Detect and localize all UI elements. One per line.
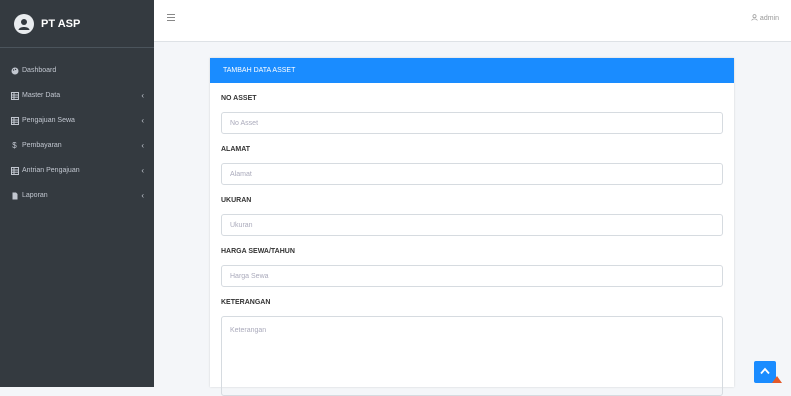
chevron-left-icon: ‹ bbox=[141, 191, 144, 200]
add-asset-card: TAMBAH DATA ASSET NO ASSET No Asset ALAM… bbox=[210, 58, 734, 396]
ukuran-placeholder: Ukuran bbox=[230, 221, 253, 229]
ukuran-input[interactable]: Ukuran bbox=[221, 214, 723, 236]
brand[interactable]: PT ASP bbox=[0, 0, 154, 48]
keterangan-textarea[interactable]: Keterangan bbox=[221, 316, 723, 396]
sidebar-item-pembayaran[interactable]: $ Pembayaran ‹ bbox=[0, 133, 154, 158]
chevron-left-icon: ‹ bbox=[141, 91, 144, 100]
no-asset-placeholder: No Asset bbox=[230, 119, 259, 127]
alamat-input[interactable]: Alamat bbox=[221, 163, 723, 185]
table-icon bbox=[10, 116, 19, 125]
user-icon bbox=[751, 14, 758, 23]
sidebar-item-antrian-pengajuan[interactable]: Antrian Pengajuan ‹ bbox=[0, 158, 154, 183]
keterangan-label: KETERANGAN bbox=[221, 299, 271, 306]
alamat-label: ALAMAT bbox=[221, 146, 251, 153]
sidebar-item-master-data[interactable]: Master Data ‹ bbox=[0, 83, 154, 108]
palette-icon bbox=[10, 66, 19, 75]
dollar-icon: $ bbox=[12, 141, 17, 150]
user-avatar-icon bbox=[14, 13, 34, 34]
alamat-placeholder: Alamat bbox=[230, 170, 252, 178]
user-name: admin bbox=[759, 15, 779, 22]
no-asset-label: NO ASSET bbox=[221, 95, 257, 102]
chevron-left-icon: ‹ bbox=[141, 141, 144, 150]
sidebar-item-label: Laporan bbox=[22, 192, 48, 199]
user-menu[interactable]: admin bbox=[751, 14, 779, 23]
file-icon bbox=[10, 191, 19, 200]
sidebar-item-dashboard[interactable]: Dashboard bbox=[0, 58, 154, 83]
table-icon bbox=[10, 91, 19, 100]
brand-name: PT ASP bbox=[41, 17, 81, 30]
card-title: TAMBAH DATA ASSET bbox=[210, 58, 734, 83]
sidebar-item-label: Antrian Pengajuan bbox=[22, 167, 80, 174]
sidebar-item-label: Dashboard bbox=[22, 67, 57, 74]
hamburger-icon[interactable] bbox=[167, 14, 175, 22]
sidebar-item-label: Pengajuan Sewa bbox=[22, 117, 75, 124]
sidebar-item-pengajuan-sewa[interactable]: Pengajuan Sewa ‹ bbox=[0, 108, 154, 133]
harga-sewa-placeholder: Harga Sewa bbox=[230, 272, 269, 280]
topbar: admin bbox=[154, 0, 791, 42]
corner-badge-icon bbox=[772, 376, 782, 383]
chevron-left-icon: ‹ bbox=[141, 116, 144, 125]
sidebar: PT ASP Dashboard Master Data ‹ Pengajuan… bbox=[0, 0, 154, 387]
no-asset-input[interactable]: No Asset bbox=[221, 112, 723, 134]
keterangan-placeholder: Keterangan bbox=[230, 327, 267, 334]
sidebar-item-label: Pembayaran bbox=[22, 142, 62, 149]
chevron-left-icon: ‹ bbox=[141, 166, 144, 175]
sidebar-item-label: Master Data bbox=[22, 92, 61, 99]
card-body: NO ASSET No Asset ALAMAT Alamat UKURAN U… bbox=[210, 93, 734, 396]
table-icon bbox=[10, 166, 19, 175]
sidebar-nav: Dashboard Master Data ‹ Pengajuan Sewa ‹… bbox=[0, 48, 154, 208]
ukuran-label: UKURAN bbox=[221, 197, 252, 204]
sidebar-item-laporan[interactable]: Laporan ‹ bbox=[0, 183, 154, 208]
harga-sewa-label: HARGA SEWA/TAHUN bbox=[221, 248, 295, 255]
harga-sewa-input[interactable]: Harga Sewa bbox=[221, 265, 723, 287]
chevron-up-icon bbox=[760, 367, 770, 378]
